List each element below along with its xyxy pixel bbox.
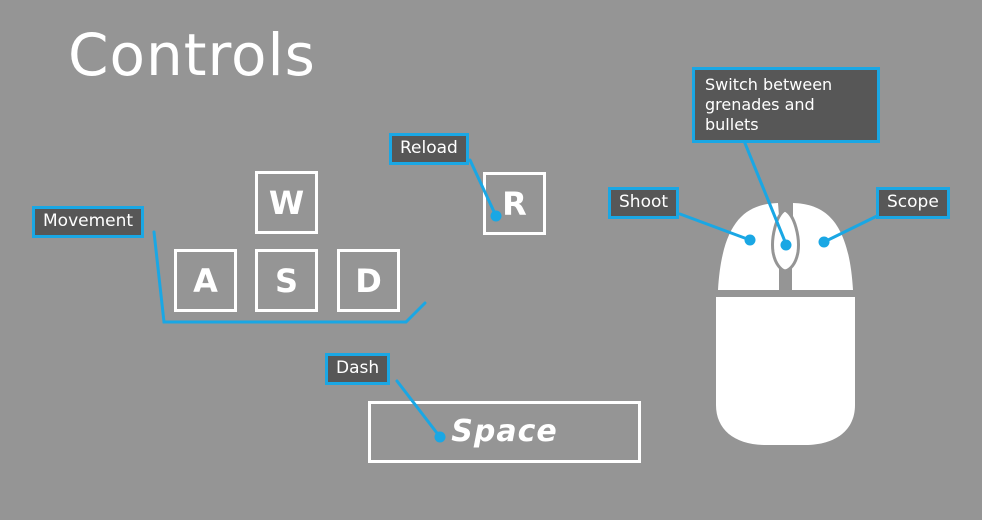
switch-label: Switch between grenades and bullets <box>692 67 880 143</box>
shoot-label: Shoot <box>608 187 680 220</box>
scope-marker-dot <box>818 236 830 248</box>
movement-label: Movement <box>32 206 145 239</box>
movement-connector-line <box>152 230 427 324</box>
reload-connector-line <box>468 158 498 218</box>
scope-label: Scope <box>876 187 950 220</box>
reload-marker-dot <box>490 210 502 222</box>
dash-connector-line <box>395 379 442 439</box>
dash-marker-dot <box>434 431 446 443</box>
reload-label: Reload <box>389 133 469 166</box>
shoot-marker-dot <box>744 234 756 246</box>
dash-label: Dash <box>325 353 391 386</box>
switch-marker-dot <box>780 239 792 251</box>
